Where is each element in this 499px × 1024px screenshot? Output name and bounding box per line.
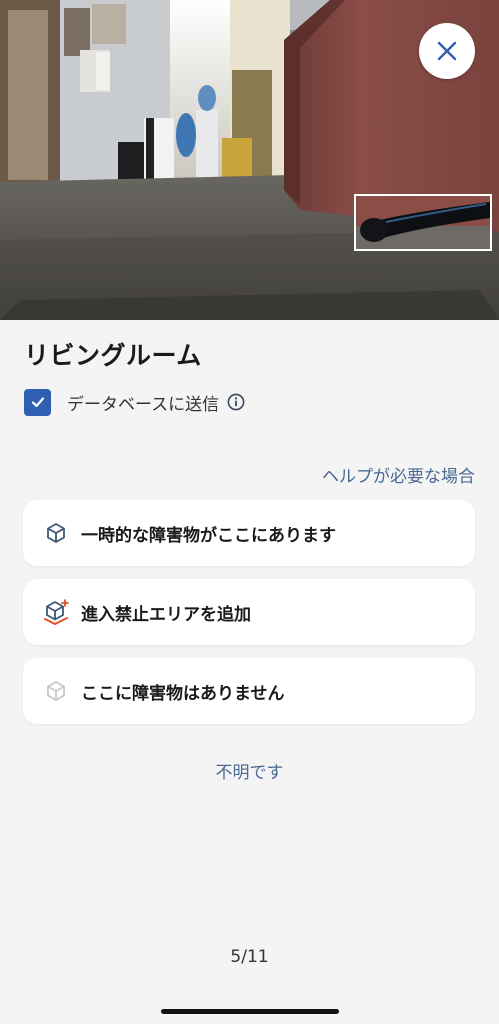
home-indicator bbox=[161, 1009, 339, 1014]
checkmark-icon bbox=[31, 397, 44, 408]
option-label: ここに障害物はありません bbox=[81, 683, 285, 704]
obstacle-closeup-thumbnail bbox=[354, 194, 492, 251]
send-to-database-checkbox[interactable] bbox=[24, 388, 51, 416]
unknown-link[interactable]: 不明です bbox=[0, 758, 499, 783]
option-label: 進入禁止エリアを追加 bbox=[81, 604, 251, 625]
obstacle-photo bbox=[0, 0, 499, 320]
temporary-obstacle-option[interactable]: 一時的な障害物がここにあります bbox=[23, 500, 475, 566]
add-no-go-zone-option[interactable]: 進入禁止エリアを追加 bbox=[23, 579, 475, 645]
room-title: リビングルーム bbox=[24, 341, 202, 370]
help-link[interactable]: ヘルプが必要な場合 bbox=[322, 462, 475, 487]
send-to-database-label: データベースに送信 bbox=[67, 394, 220, 415]
cube-outline-icon bbox=[43, 520, 69, 546]
cube-light-icon bbox=[43, 678, 69, 704]
no-obstacle-option[interactable]: ここに障害物はありません bbox=[23, 658, 475, 724]
send-to-database-row: データベースに送信 bbox=[24, 388, 245, 416]
obstacle-closeup-image bbox=[356, 196, 490, 249]
close-icon bbox=[437, 41, 457, 61]
cube-no-go-zone-icon bbox=[43, 599, 69, 625]
close-button[interactable] bbox=[419, 23, 475, 79]
info-icon[interactable] bbox=[227, 393, 245, 411]
option-label: 一時的な障害物がここにあります bbox=[81, 525, 336, 546]
page-counter: 5/11 bbox=[230, 947, 269, 967]
